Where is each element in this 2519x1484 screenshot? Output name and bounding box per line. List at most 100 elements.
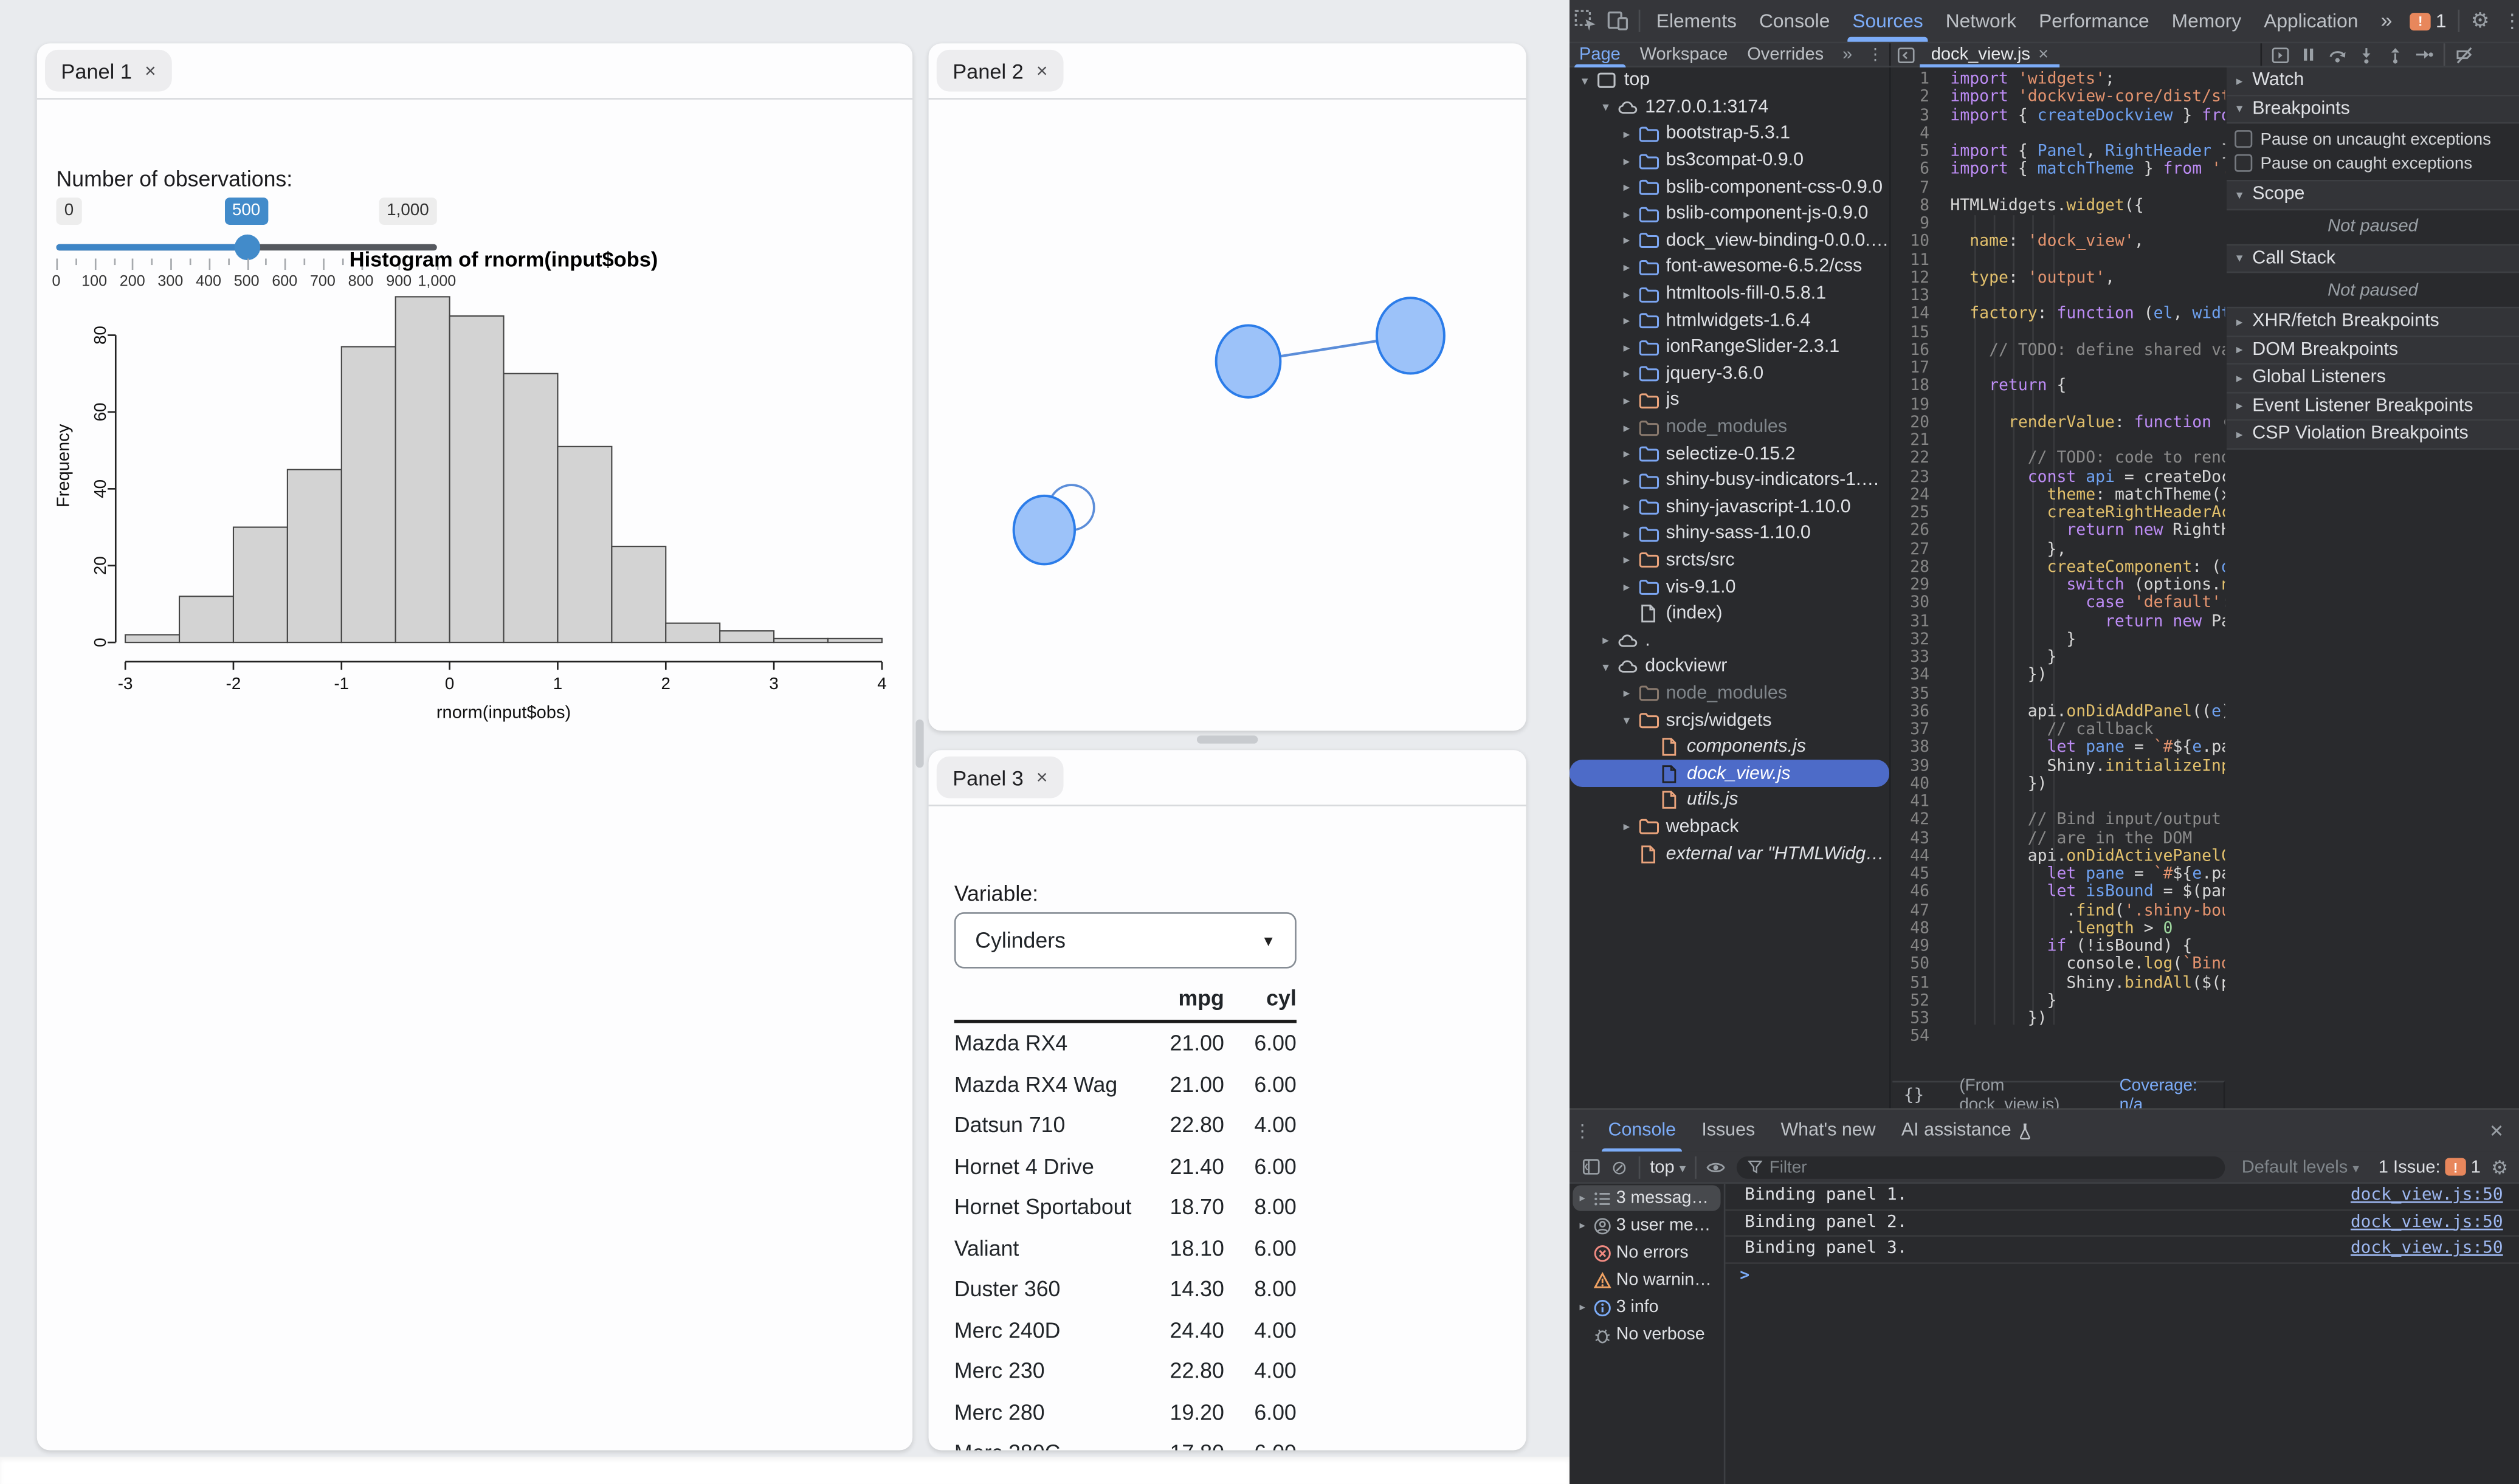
sources-tab-workspace[interactable]: Workspace	[1630, 43, 1738, 67]
checkbox[interactable]	[2235, 130, 2252, 148]
line-number[interactable]: 40	[1892, 775, 1940, 794]
pause-script-icon[interactable]	[2294, 43, 2323, 66]
section-watch[interactable]: ▸Watch	[2227, 67, 2519, 95]
line-number[interactable]: 12	[1892, 269, 1940, 287]
line-number[interactable]: 4	[1892, 125, 1940, 143]
file-tab-dock-view-js[interactable]: dock_view.js ×	[1920, 43, 2059, 67]
line-number[interactable]: 42	[1892, 811, 1940, 830]
tree-item-bs3compat-0.9.0[interactable]: ▸bs3compat-0.9.0	[1570, 148, 1889, 174]
line-number[interactable]: 5	[1892, 143, 1940, 161]
chevron-right-icon[interactable]: ▸	[1618, 553, 1635, 568]
tab-console[interactable]: Console	[1748, 0, 1841, 41]
tree-item-dockviewr[interactable]: ▾dockviewr	[1570, 654, 1889, 681]
drawer-tab-console[interactable]: Console	[1595, 1110, 1689, 1152]
line-number[interactable]: 35	[1892, 685, 1940, 703]
line-number[interactable]: 13	[1892, 287, 1940, 306]
section-xhr-fetch-breakpoints[interactable]: ▸XHR/fetch Breakpoints	[2227, 308, 2519, 336]
line-number[interactable]: 3	[1892, 107, 1940, 125]
chevron-right-icon[interactable]: ▸	[1618, 154, 1635, 168]
line-number[interactable]: 16	[1892, 342, 1940, 360]
panel-3-tab[interactable]: Panel 3 ×	[937, 757, 1064, 799]
editor-gutter[interactable]: 1234567891011121314151617181920212223242…	[1892, 70, 1940, 1046]
line-number[interactable]: 49	[1892, 938, 1940, 956]
tree-item-bslib-component-js-0.9.0[interactable]: ▸bslib-component-js-0.9.0	[1570, 201, 1889, 227]
section-call-stack[interactable]: ▾Call Stack	[2227, 245, 2519, 273]
line-number[interactable]: 28	[1892, 558, 1940, 577]
chevron-right-icon[interactable]: ▸	[1618, 287, 1635, 301]
device-toolbar-icon[interactable]	[1602, 5, 1634, 37]
tab-elements[interactable]: Elements	[1645, 0, 1748, 41]
inspect-element-icon[interactable]	[1570, 5, 1602, 37]
network-node-2[interactable]	[1377, 298, 1444, 373]
tree-item-utils.js[interactable]: utils.js	[1570, 787, 1889, 814]
network-node-3[interactable]	[1014, 496, 1075, 564]
vertical-splitter-handle[interactable]	[915, 720, 923, 768]
line-number[interactable]: 26	[1892, 523, 1940, 541]
chevron-right-icon[interactable]: ▸	[1618, 127, 1635, 142]
line-number[interactable]: 7	[1892, 179, 1940, 198]
console-filter-input[interactable]: Filter	[1737, 1156, 2225, 1178]
more-navigator-tabs-icon[interactable]: »	[1833, 43, 1861, 66]
line-number[interactable]: 48	[1892, 920, 1940, 938]
message-source-link[interactable]: dock_view.js:50	[2351, 1237, 2503, 1262]
horizontal-splitter-handle[interactable]	[1197, 735, 1258, 743]
tree-item-js[interactable]: ▸js	[1570, 387, 1889, 414]
chevron-right-icon[interactable]: ▸	[1618, 527, 1635, 541]
line-number[interactable]: 54	[1892, 1028, 1940, 1046]
close-drawer-icon[interactable]: ✕	[2481, 1115, 2513, 1147]
tree-item-dock-view.js[interactable]: dock_view.js	[1570, 760, 1889, 787]
console-filter-info[interactable]: ▸3 info	[1573, 1294, 1720, 1320]
tree-item-srcts-src[interactable]: ▸srcts/src	[1570, 547, 1889, 574]
line-number[interactable]: 20	[1892, 414, 1940, 432]
variable-select[interactable]: Cylinders ▼	[954, 912, 1297, 969]
navigator-menu-icon[interactable]: ⋮	[1861, 43, 1889, 66]
tree-item-vis-9.1.0[interactable]: ▸vis-9.1.0	[1570, 574, 1889, 600]
more-options-icon[interactable]: ⋮	[2496, 5, 2519, 37]
panel-1-tab[interactable]: Panel 1 ×	[45, 50, 172, 92]
deactivate-breakpoints-icon[interactable]	[2450, 43, 2479, 66]
chevron-right-icon[interactable]: ▸	[1618, 820, 1635, 834]
tree-item-webpack[interactable]: ▸webpack	[1570, 814, 1889, 840]
line-number[interactable]: 15	[1892, 324, 1940, 342]
line-number[interactable]: 43	[1892, 830, 1940, 848]
hide-navigator-icon[interactable]	[1891, 43, 1920, 66]
chevron-right-icon[interactable]: ▸	[1618, 393, 1635, 408]
line-number[interactable]: 1	[1892, 70, 1940, 89]
chevron-right-icon[interactable]: ▸	[1618, 580, 1635, 594]
line-number[interactable]: 14	[1892, 306, 1940, 324]
console-filter-warning[interactable]: No warnin…	[1573, 1267, 1720, 1293]
section-global-listeners[interactable]: ▸Global Listeners	[2227, 365, 2519, 393]
tree-item-selectize-0.15.2[interactable]: ▸selectize-0.15.2	[1570, 441, 1889, 467]
line-number[interactable]: 2	[1892, 89, 1940, 107]
message-source-link[interactable]: dock_view.js:50	[2351, 1184, 2503, 1209]
line-number[interactable]: 45	[1892, 866, 1940, 884]
chevron-right-icon[interactable]: ▸	[1618, 260, 1635, 275]
line-number[interactable]: 41	[1892, 794, 1940, 812]
close-icon[interactable]: ×	[1036, 60, 1048, 82]
console-filter-verbose[interactable]: No verbose	[1573, 1322, 1720, 1347]
chevron-right-icon[interactable]: ▸	[1618, 473, 1635, 488]
clear-console-icon[interactable]: ⊘	[1605, 1156, 1634, 1178]
network-node-1[interactable]	[1216, 325, 1281, 397]
line-number[interactable]: 19	[1892, 396, 1940, 414]
chevron-right-icon[interactable]: ▸	[1597, 633, 1614, 648]
line-number[interactable]: 24	[1892, 486, 1940, 504]
more-tabs-button[interactable]: »	[2369, 0, 2404, 42]
tree-item-components.js[interactable]: components.js	[1570, 733, 1889, 760]
tree-item--index-[interactable]: (index)	[1570, 600, 1889, 627]
message-source-link[interactable]: dock_view.js:50	[2351, 1211, 2503, 1235]
tree-item-htmltools-fill-0.5.8.1[interactable]: ▸htmltools-fill-0.5.8.1	[1570, 281, 1889, 307]
tree-item-shiny-javascript-1.10.0[interactable]: ▸shiny-javascript-1.10.0	[1570, 494, 1889, 521]
tree-item-htmlwidgets-1.6.4[interactable]: ▸htmlwidgets-1.6.4	[1570, 307, 1889, 334]
line-number[interactable]: 9	[1892, 215, 1940, 233]
chevron-right-icon[interactable]: ▸	[1618, 687, 1635, 701]
tree-item-dock-view-binding-0.0.0.9000[interactable]: ▸dock_view-binding-0.0.0.9000	[1570, 227, 1889, 254]
tab-application[interactable]: Application	[2253, 0, 2369, 41]
issues-badge[interactable]: ! 1	[2410, 10, 2447, 32]
section-dom-breakpoints[interactable]: ▸DOM Breakpoints	[2227, 337, 2519, 365]
line-number[interactable]: 27	[1892, 540, 1940, 558]
step-icon[interactable]	[2410, 43, 2439, 66]
tree-item-.[interactable]: ▸.	[1570, 627, 1889, 654]
chevron-down-icon[interactable]: ▾	[1618, 713, 1635, 728]
line-number[interactable]: 31	[1892, 613, 1940, 631]
